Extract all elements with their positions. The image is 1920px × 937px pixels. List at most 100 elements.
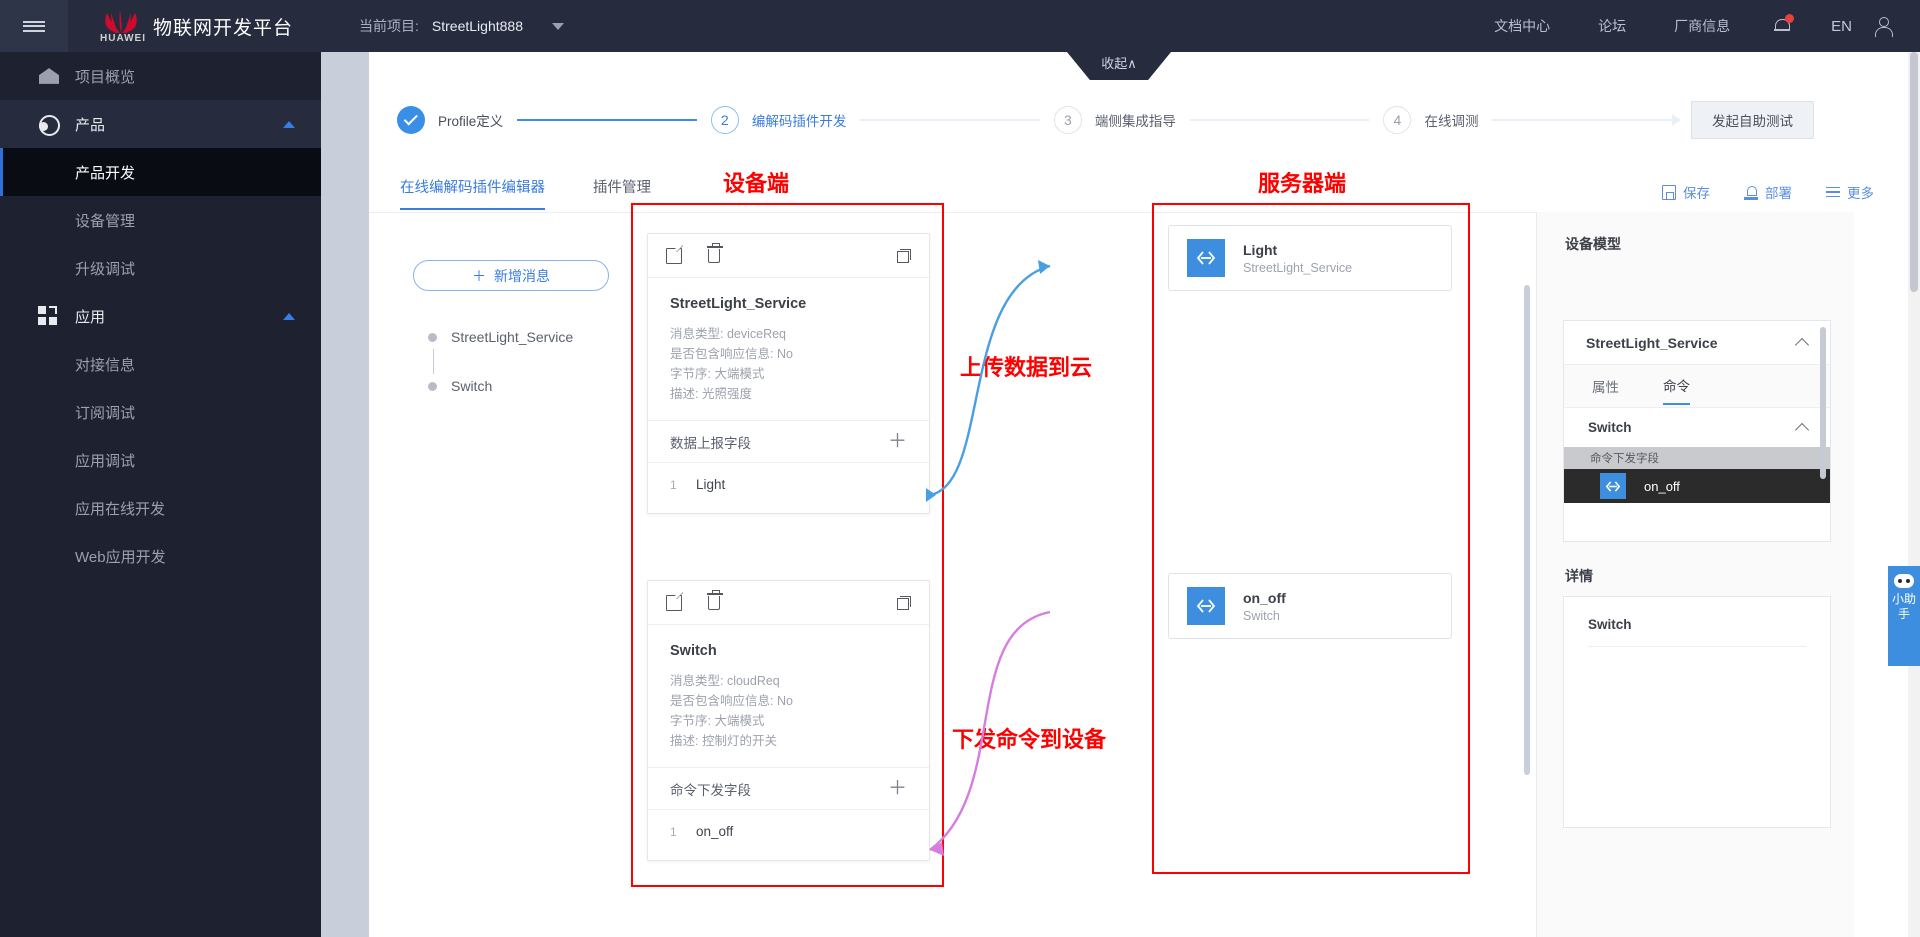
list-item[interactable]: StreetLight_Service xyxy=(425,325,615,374)
sidebar-label: 产品 xyxy=(75,116,106,134)
sidebar-item-product-development[interactable]: 产品开发 xyxy=(0,148,321,196)
hamburger-icon[interactable] xyxy=(0,0,68,52)
chevron-down-icon[interactable] xyxy=(551,22,564,30)
deploy-button[interactable]: 部署 xyxy=(1744,182,1792,202)
list-item[interactable]: Switch xyxy=(425,374,615,398)
brand: HUAWEI 物联网开发平台 xyxy=(100,9,293,44)
card-section-header: 数据上报字段 ＋ xyxy=(648,420,929,462)
language-switch[interactable]: EN xyxy=(1809,18,1874,35)
delete-icon[interactable] xyxy=(707,589,723,610)
mapping-icon xyxy=(1187,587,1225,625)
page-scrollbar[interactable] xyxy=(1908,52,1920,937)
model-service-header[interactable]: StreetLight_Service xyxy=(1564,321,1830,365)
page-gutter xyxy=(321,52,369,937)
server-mapping-card-light[interactable]: Light StreetLight_Service xyxy=(1168,225,1452,291)
field-name: on_off xyxy=(696,824,734,839)
detail-content: Switch xyxy=(1564,597,1830,647)
user-avatar-icon[interactable] xyxy=(1874,17,1893,37)
more-icon xyxy=(1826,185,1840,200)
step-number: 4 xyxy=(1383,106,1412,134)
project-selector[interactable]: 当前项目: StreetLight888 xyxy=(359,16,564,36)
step-online-debug[interactable]: 4 在线调测 xyxy=(1383,106,1478,134)
card-meta-byte-order: 字节序: 大端模式 xyxy=(670,714,765,728)
step-connector xyxy=(860,119,1040,121)
field-name: Light xyxy=(696,477,726,492)
model-tabs: 属性 命令 xyxy=(1564,365,1830,407)
mapping-sub: Switch xyxy=(1243,608,1280,623)
top-nav-doc-center[interactable]: 文档中心 xyxy=(1470,16,1574,36)
mapping-name: on_off xyxy=(1243,589,1286,606)
top-nav: 文档中心 论坛 厂商信息 EN xyxy=(1470,14,1920,37)
annotation-server-side: 服务器端 xyxy=(1258,171,1347,196)
edit-icon[interactable] xyxy=(666,247,682,264)
app-root: HUAWEI 物联网开发平台 当前项目: StreetLight888 文档中心… xyxy=(0,0,1920,937)
notification-button[interactable] xyxy=(1754,14,1809,34)
command-field-row-on-off[interactable]: on_off xyxy=(1564,469,1830,503)
device-model-tree: StreetLight_Service 属性 命令 Switch 命令下发字段 … xyxy=(1563,320,1831,542)
step-connector xyxy=(517,119,697,121)
tab-online-codec-editor[interactable]: 在线编解码插件编辑器 xyxy=(400,176,545,210)
sidebar-group-product[interactable]: 产品 xyxy=(0,100,321,148)
tab-properties[interactable]: 属性 xyxy=(1592,368,1619,404)
tab-commands[interactable]: 命令 xyxy=(1663,367,1690,405)
app-icon xyxy=(38,305,60,327)
sidebar-label: 应用调试 xyxy=(75,452,136,470)
message-name: StreetLight_Service xyxy=(451,329,574,345)
sidebar-item-integration-info[interactable]: 对接信息 xyxy=(0,340,321,388)
step-profile-definition[interactable]: Profile定义 xyxy=(397,106,503,134)
delete-icon[interactable] xyxy=(707,242,723,263)
robot-icon xyxy=(1894,574,1914,588)
card-meta-message-type: 消息类型: deviceReq xyxy=(670,327,787,341)
sidebar-item-project-overview[interactable]: 项目概览 xyxy=(0,52,321,100)
chevron-up-icon[interactable] xyxy=(283,312,295,320)
model-tree-scrollbar[interactable] xyxy=(1820,327,1826,479)
chevron-up-icon[interactable] xyxy=(1797,337,1808,348)
command-group-header[interactable]: Switch xyxy=(1564,407,1830,447)
sidebar-label: 对接信息 xyxy=(75,356,136,374)
edit-icon[interactable] xyxy=(666,594,682,611)
table-row[interactable]: 1 Light xyxy=(648,462,929,506)
server-mapping-card-on-off[interactable]: on_off Switch xyxy=(1168,573,1452,639)
card-meta-has-response: 是否包含响应信息: No xyxy=(670,347,793,361)
sidebar-label: 应用 xyxy=(75,308,106,326)
message-list: StreetLight_Service Switch xyxy=(425,325,615,398)
table-row[interactable]: 1 on_off xyxy=(648,809,929,853)
chevron-up-icon[interactable] xyxy=(283,120,295,128)
start-self-test-button[interactable]: 发起自助测试 xyxy=(1691,101,1815,139)
sidebar-label: 应用在线开发 xyxy=(75,500,166,518)
message-card-streetlight-service: StreetLight_Service 消息类型: deviceReq 是否包含… xyxy=(647,233,930,514)
sidebar-item-app-debug[interactable]: 应用调试 xyxy=(0,436,321,484)
sidebar-item-web-app-dev[interactable]: Web应用开发 xyxy=(0,532,321,580)
step-number: 2 xyxy=(710,106,739,134)
top-nav-forum[interactable]: 论坛 xyxy=(1574,16,1650,36)
top-nav-vendor-info[interactable]: 厂商信息 xyxy=(1650,16,1754,36)
step-device-integration-guide[interactable]: 3 端侧集成指导 xyxy=(1053,106,1176,134)
sidebar-group-application[interactable]: 应用 xyxy=(0,292,321,340)
add-message-button[interactable]: ＋ 新增消息 xyxy=(413,260,609,291)
save-button[interactable]: 保存 xyxy=(1662,182,1710,202)
upload-data-arrow xyxy=(926,260,1051,502)
card-body: Switch 消息类型: cloudReq 是否包含响应信息: No 字节序: … xyxy=(648,625,929,767)
mapping-sub: StreetLight_Service xyxy=(1243,260,1353,275)
assistant-launcher[interactable]: 小助手 xyxy=(1888,566,1920,666)
step-check-icon xyxy=(397,106,425,134)
sidebar-item-upgrade-debug[interactable]: 升级调试 xyxy=(0,244,321,292)
sidebar: 项目概览 产品 产品开发 设备管理 升级调试 应用 对接信息 订阅调试 应用调试 xyxy=(0,52,321,937)
sidebar-item-subscription-debug[interactable]: 订阅调试 xyxy=(0,388,321,436)
step-codec-plugin-development[interactable]: 2 编解码插件开发 xyxy=(710,106,846,134)
add-message-label: 新增消息 xyxy=(494,267,550,284)
more-button[interactable]: 更多 xyxy=(1826,182,1874,202)
card-meta-description: 描述: 光照强度 xyxy=(670,387,752,401)
sidebar-item-app-online-dev[interactable]: 应用在线开发 xyxy=(0,484,321,532)
card-meta-byte-order: 字节序: 大端模式 xyxy=(670,367,765,381)
command-field-name: on_off xyxy=(1644,478,1680,494)
canvas-scrollbar[interactable] xyxy=(1524,285,1530,775)
sidebar-item-device-management[interactable]: 设备管理 xyxy=(0,196,321,244)
sidebar-label: 订阅调试 xyxy=(75,404,136,422)
card-title: Switch xyxy=(670,643,717,659)
deploy-label: 部署 xyxy=(1765,186,1792,201)
sidebar-label: 项目概览 xyxy=(75,68,136,86)
step-label: Profile定义 xyxy=(438,114,504,129)
chevron-up-icon[interactable] xyxy=(1797,422,1808,433)
page-scrollbar-thumb[interactable] xyxy=(1910,52,1918,292)
